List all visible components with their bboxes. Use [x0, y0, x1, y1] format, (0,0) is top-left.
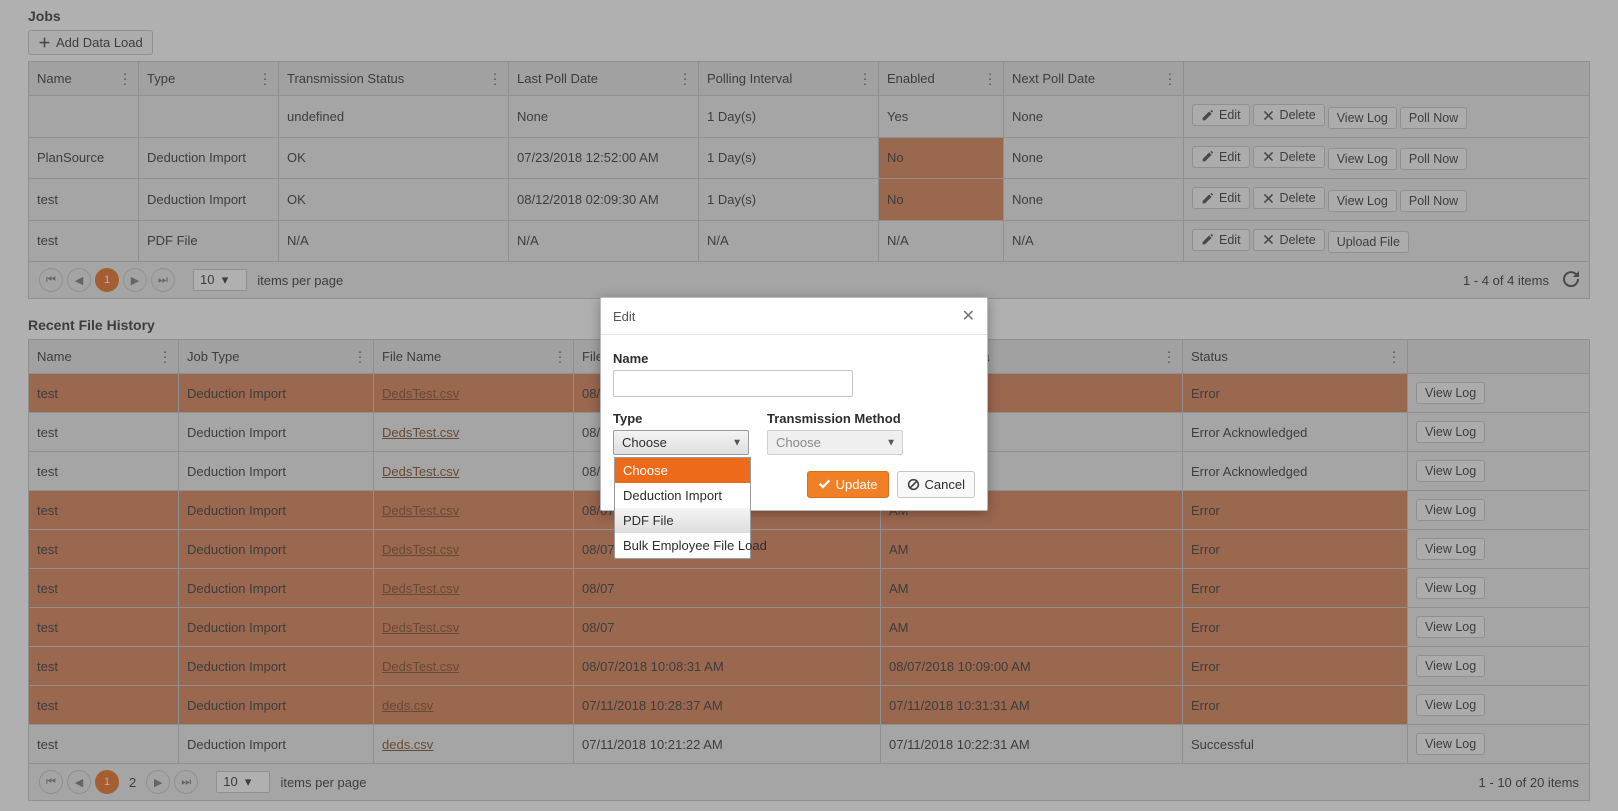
- dialog-title: Edit: [613, 309, 635, 324]
- check-icon: [818, 478, 831, 491]
- type-option[interactable]: Deduction Import: [615, 483, 750, 508]
- type-option[interactable]: Bulk Employee File Load: [615, 533, 750, 558]
- close-icon[interactable]: ✕: [962, 306, 975, 326]
- caret-down-icon: ▼: [886, 437, 896, 448]
- edit-dialog: Edit ✕ Name Type Choose ▼ ChooseDeductio…: [600, 297, 988, 511]
- transmission-method-select[interactable]: Choose ▼: [767, 430, 903, 455]
- name-field[interactable]: [613, 370, 853, 397]
- update-button[interactable]: Update: [807, 471, 889, 498]
- cancel-icon: [907, 478, 920, 491]
- cancel-button[interactable]: Cancel: [897, 471, 975, 498]
- type-dropdown: ChooseDeduction ImportPDF FileBulk Emplo…: [614, 457, 751, 559]
- caret-down-icon: ▼: [732, 437, 742, 448]
- type-option[interactable]: Choose: [615, 458, 750, 483]
- type-select[interactable]: Choose ▼ ChooseDeduction ImportPDF FileB…: [613, 430, 749, 455]
- type-option[interactable]: PDF File: [615, 508, 750, 533]
- method-label: Transmission Method: [767, 411, 903, 426]
- type-label: Type: [613, 411, 749, 426]
- name-label: Name: [613, 351, 975, 366]
